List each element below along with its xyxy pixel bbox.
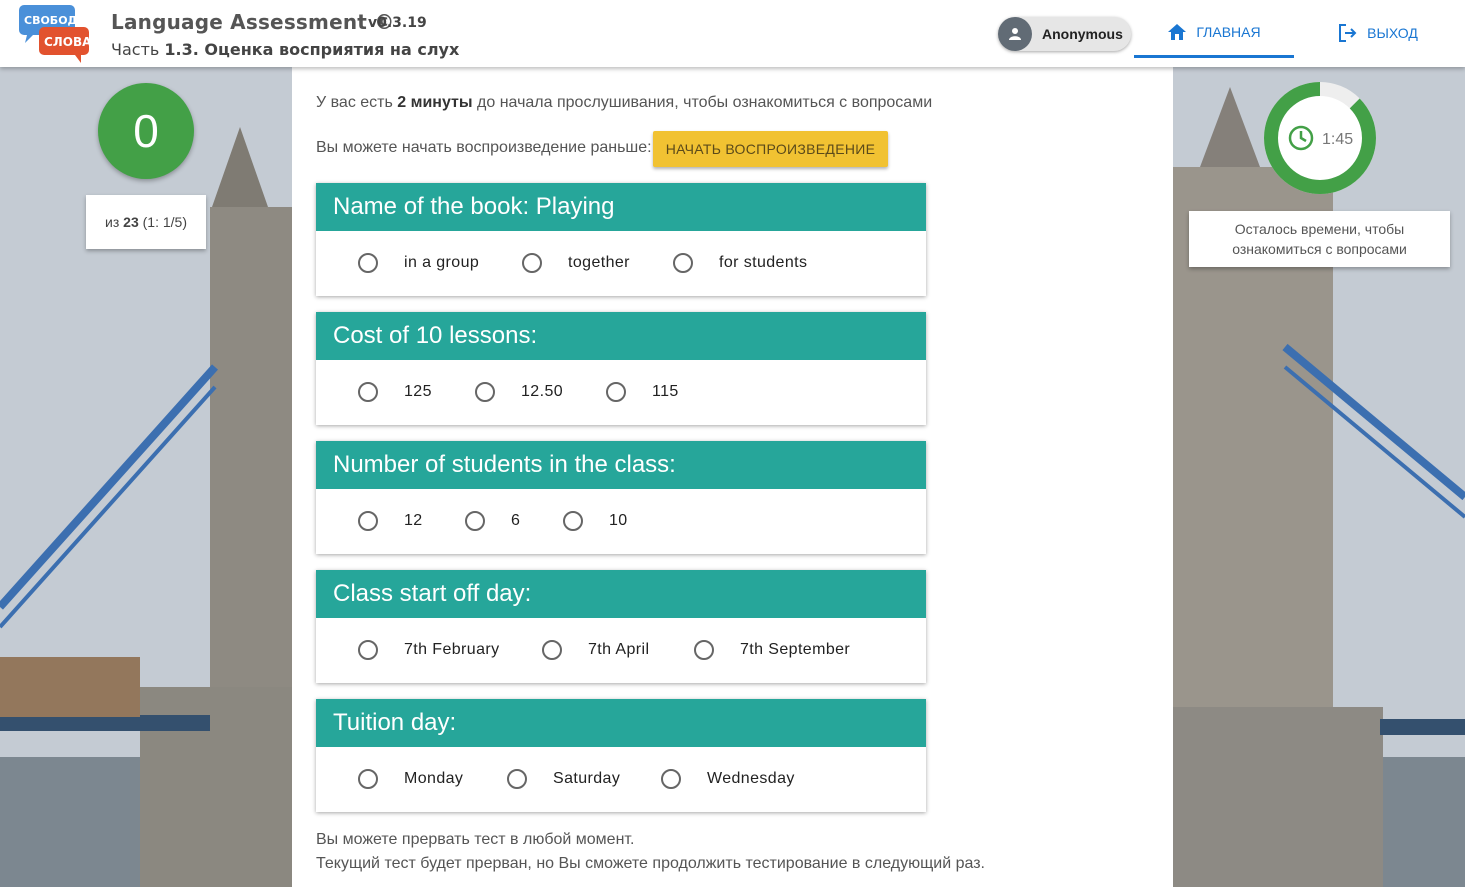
answer-options: Monday Saturday Wednesday	[316, 747, 926, 812]
timer-label: Осталось времени, чтобы ознакомиться с в…	[1189, 211, 1450, 267]
answer-radio[interactable]	[358, 253, 378, 273]
timer-label-line1: Осталось времени, чтобы	[1234, 221, 1405, 237]
question-title: Tuition day:	[316, 699, 926, 747]
answer-label[interactable]: 7th September	[740, 641, 850, 659]
score-detail-prefix: из	[105, 214, 124, 230]
answer-label[interactable]: in a group	[404, 254, 479, 272]
question-card: Class start off day: 7th February 7th Apri…	[316, 570, 926, 683]
answer-label[interactable]: 115	[652, 383, 679, 401]
answer-label[interactable]: 125	[404, 383, 432, 401]
answer-label[interactable]: 6	[511, 512, 520, 530]
answer-radio[interactable]	[542, 640, 562, 660]
app-title: Language Assessment ©	[111, 10, 395, 34]
user-chip[interactable]: Anonymous	[998, 17, 1131, 51]
answer-radio[interactable]	[694, 640, 714, 660]
timer-value: 1:45	[1322, 131, 1353, 148]
home-icon	[1168, 23, 1187, 40]
answer-radio[interactable]	[475, 382, 495, 402]
answer-label[interactable]: together	[568, 254, 630, 272]
answer-radio[interactable]	[358, 769, 378, 789]
answer-radio[interactable]	[358, 640, 378, 660]
intro-after: до начала прослушивания, чтобы ознакомит…	[472, 94, 933, 111]
answer-label[interactable]: 12	[404, 512, 423, 530]
logout-icon	[1339, 24, 1357, 42]
logo-bottom-text: СЛОВА	[44, 35, 91, 49]
question-title: Class start off day:	[316, 570, 926, 618]
question-card: Name of the book: Playing in a group toget…	[316, 183, 926, 296]
app-version: v0.3.19	[368, 15, 427, 31]
question-card: Cost of 10 lessons: 125 12.50 115	[316, 312, 926, 425]
subtitle-prefix: Часть	[111, 40, 165, 59]
nav-exit-label: ВЫХОД	[1367, 25, 1418, 41]
user-avatar-icon	[998, 17, 1032, 51]
score-circle: 0	[98, 83, 194, 179]
main-panel: У вас есть 2 минуты до начала прослушива…	[292, 67, 1173, 887]
answer-options: 12 6 10	[316, 489, 926, 554]
user-name: Anonymous	[1042, 26, 1123, 42]
nav-home[interactable]: ГЛАВНАЯ	[1134, 0, 1294, 58]
answer-label[interactable]: 7th April	[588, 641, 649, 659]
intro-text: У вас есть 2 минуты до начала прослушива…	[316, 94, 932, 112]
answer-radio[interactable]	[661, 769, 681, 789]
question-title: Cost of 10 lessons:	[316, 312, 926, 360]
answer-radio[interactable]	[522, 253, 542, 273]
subtitle-section: 1.3. Оценка восприятия на слух	[164, 40, 460, 59]
score-detail-suffix: (1: 1/5)	[138, 214, 187, 230]
page-subtitle: Часть 1.3. Оценка восприятия на слух	[111, 40, 459, 59]
question-card: Tuition day: Monday Saturday Wednesday	[316, 699, 926, 812]
answer-radio[interactable]	[606, 382, 626, 402]
answer-label[interactable]: Monday	[404, 770, 463, 788]
footer-line2: Текущий тест будет прерван, но Вы сможет…	[316, 855, 985, 872]
early-start-text: Вы можете начать воспроизведение раньше:	[316, 139, 652, 156]
answer-options: 125 12.50 115	[316, 360, 926, 425]
answer-label[interactable]: Wednesday	[707, 770, 795, 788]
question-title: Name of the book: Playing	[316, 183, 926, 231]
answer-radio[interactable]	[358, 382, 378, 402]
answer-label[interactable]: 12.50	[521, 383, 563, 401]
logo-top-text: СВОБОДА	[24, 14, 86, 27]
answer-radio[interactable]	[507, 769, 527, 789]
answer-label[interactable]: for students	[719, 254, 807, 272]
countdown-timer: 1:45	[1264, 82, 1376, 194]
app-header: СВОБОДА СЛОВА Language Assessment © v0.3…	[0, 0, 1465, 67]
answer-options: 7th February 7th April 7th September	[316, 618, 926, 683]
answer-label[interactable]: 7th February	[404, 641, 500, 659]
answer-radio[interactable]	[673, 253, 693, 273]
score-total: 23	[123, 214, 139, 230]
question-card: Number of students in the class: 12 6 10	[316, 441, 926, 554]
start-playback-button[interactable]: НАЧАТЬ ВОСПРОИЗВЕДЕНИЕ	[653, 131, 888, 167]
answer-label[interactable]: Saturday	[553, 770, 620, 788]
answer-radio[interactable]	[465, 511, 485, 531]
answer-radio[interactable]	[563, 511, 583, 531]
intro-before: У вас есть	[316, 94, 398, 111]
answer-radio[interactable]	[358, 511, 378, 531]
score-detail: из 23 (1: 1/5)	[86, 195, 206, 249]
answer-options: in a group together for students	[316, 231, 926, 296]
answer-label[interactable]: 10	[609, 512, 628, 530]
footer-line1: Вы можете прервать тест в любой момент.	[316, 831, 635, 848]
question-title: Number of students in the class:	[316, 441, 926, 489]
logo[interactable]: СВОБОДА СЛОВА	[19, 5, 91, 63]
nav-home-label: ГЛАВНАЯ	[1196, 23, 1261, 40]
timer-label-line2: ознакомиться с вопросами	[1232, 241, 1407, 257]
intro-duration: 2 минуты	[397, 94, 473, 111]
nav-exit[interactable]: ВЫХОД	[1318, 0, 1438, 58]
